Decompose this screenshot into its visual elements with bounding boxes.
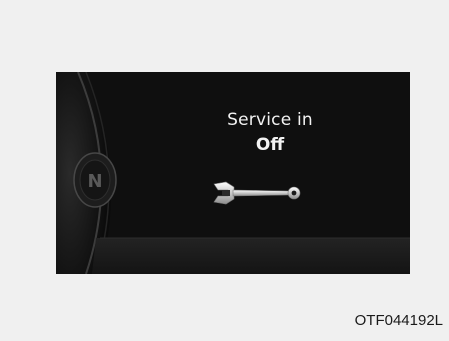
gear-indicator-letter: N	[87, 171, 102, 192]
service-status-value: Off	[255, 135, 285, 155]
instrument-cluster-display: N Service in Off	[56, 72, 410, 274]
gear-indicator-badge: N	[73, 152, 117, 208]
service-message: Service in Off	[166, 109, 374, 156]
figure-code: OTF044192L	[354, 312, 443, 329]
service-title: Service in	[227, 110, 313, 130]
page: N Service in Off OTF044192L	[0, 0, 449, 341]
wrench-icon	[213, 181, 301, 205]
